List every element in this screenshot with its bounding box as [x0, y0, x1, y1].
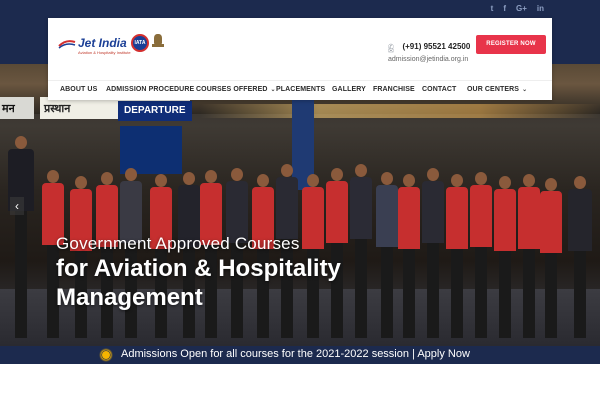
twitter-icon[interactable]: t [491, 4, 494, 14]
hero-title-line-2: Management [56, 284, 203, 311]
nav-label: ADMISSION PROCEDURE [106, 86, 195, 93]
google-plus-icon[interactable]: G+ [516, 4, 527, 14]
page: t f G+ in मन प्रस्थान DEPARTURE Governme… [0, 0, 600, 400]
main-nav: ABOUT US ADMISSION PROCEDURE COURSES OFF… [48, 80, 552, 100]
email-row: ✉ admission@jetindia.org.in [388, 47, 468, 63]
nav-label: OUR CENTERS [467, 86, 520, 93]
hero-title-line-1: for Aviation & Hospitality [56, 255, 341, 282]
logo-text: Jet India [78, 36, 127, 50]
header-card: Jet India Aviation & Hospitality Institu… [48, 18, 552, 100]
nav-admission-procedure[interactable]: ADMISSION PROCEDURE [106, 86, 194, 93]
register-now-button[interactable]: REGISTER NOW [476, 35, 546, 54]
nav-placements[interactable]: PLACEMENTS [276, 86, 325, 93]
nav-label: ABOUT US [60, 86, 98, 93]
facebook-icon[interactable]: f [503, 4, 506, 14]
nav-contact[interactable]: CONTACT [422, 86, 456, 93]
slider-prev-arrow[interactable]: ‹ [10, 197, 24, 215]
nav-label: FRANCHISE [373, 86, 415, 93]
nav-label: PLACEMENTS [276, 86, 326, 93]
social-links: t f G+ in [491, 4, 544, 14]
logo-swoosh-icon [58, 40, 76, 49]
nav-franchise[interactable]: FRANCHISE [373, 86, 415, 93]
iata-badge-icon: IATA [131, 34, 149, 52]
chevron-down-icon: ⌄ [522, 87, 528, 93]
chevron-down-icon: ⌄ [270, 87, 276, 93]
national-emblem-icon [152, 34, 164, 52]
sun-icon [99, 348, 113, 362]
announcement-text[interactable]: Admissions Open for all courses for the … [121, 348, 470, 360]
hero-caption: Government Approved Courses for Aviation… [56, 234, 341, 312]
envelope-icon: ✉ [388, 48, 394, 55]
nav-label: COURSES OFFERED [196, 86, 268, 93]
page-below-fold [0, 364, 600, 400]
nav-about-us[interactable]: ABOUT US [60, 86, 97, 93]
email-address[interactable]: admission@jetindia.org.in [388, 56, 468, 63]
hero-subtitle: Government Approved Courses [56, 234, 300, 253]
nav-gallery[interactable]: GALLERY [332, 86, 366, 93]
announcement-bar[interactable]: Admissions Open for all courses for the … [0, 346, 600, 364]
nav-courses-offered[interactable]: COURSES OFFERED ⌄ [196, 86, 276, 93]
logo-tagline: Aviation & Hospitality Institute [78, 50, 131, 55]
nav-our-centers[interactable]: OUR CENTERS ⌄ [467, 86, 527, 93]
hero-slider: मन प्रस्थान DEPARTURE Government Approve… [0, 64, 600, 346]
linkedin-icon[interactable]: in [537, 4, 544, 14]
site-logo[interactable]: Jet India Aviation & Hospitality Institu… [58, 35, 131, 55]
nav-label: CONTACT [422, 86, 457, 93]
nav-label: GALLERY [332, 86, 366, 93]
